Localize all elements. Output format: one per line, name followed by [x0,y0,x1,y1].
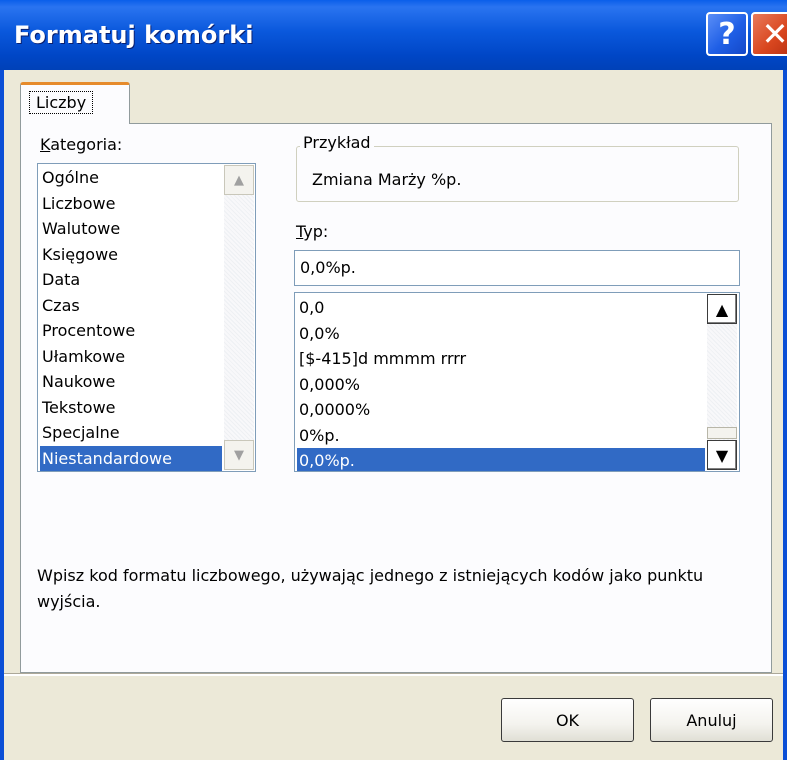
help-icon: ? [718,16,736,52]
type-list-item[interactable]: 0,000% [297,372,705,397]
type-input[interactable]: 0,0%p. [294,250,740,286]
category-scroll-down-button[interactable]: ▼ [224,440,254,470]
category-list-item[interactable]: Walutowe [40,216,222,241]
help-button[interactable]: ? [706,12,748,56]
type-scrollbar[interactable]: ▲ ▼ [707,294,737,470]
example-value: Zmiana Marży %p. [312,170,462,189]
type-label: Typ: [296,222,329,241]
category-label: Kategoria: [40,135,123,154]
close-icon: ✕ [761,15,787,53]
category-list-item[interactable]: Niestandardowe [40,445,222,471]
category-list-item[interactable]: Czas [40,293,222,318]
arrow-down-icon: ▼ [715,445,729,465]
category-list-item[interactable]: Tekstowe [40,395,222,420]
category-list-item[interactable]: Liczbowe [40,191,222,216]
category-scrollbar[interactable]: ▲ ▼ [224,165,254,470]
type-scroll-thumb[interactable] [707,427,737,439]
arrow-up-icon: ▲ [715,299,729,319]
close-button[interactable]: ✕ [751,12,787,56]
category-list-item[interactable]: Księgowe [40,242,222,267]
category-list[interactable]: Niestandardowe Specjalne Tekstowe Naukowe Uł… [37,163,256,472]
type-list-item[interactable]: 0,0%p. [297,448,705,471]
category-list-item[interactable]: Ułamkowe [40,344,222,369]
title-bar[interactable]: Formatuj komórki ? ✕ [0,0,787,70]
type-scroll-down-button[interactable]: ▼ [707,440,737,470]
category-list-item[interactable]: Procentowe [40,318,222,343]
window-frame-right [783,70,787,760]
category-list-item[interactable]: Specjalne [40,420,222,445]
type-list-item[interactable]: 0%p. [297,423,705,448]
category-list-item[interactable]: Data [40,267,222,292]
window-frame-left [0,70,4,760]
type-list-item[interactable]: [$-415]d mmmm rrrr [297,346,705,371]
window-title: Formatuj komórki [14,21,254,49]
tab-label: Liczby [29,91,94,114]
ok-button[interactable]: OK [501,698,634,742]
category-list-item[interactable]: Ogólne [40,165,222,190]
type-list-item[interactable]: 0,0 [297,295,705,320]
type-list[interactable]: 0,0%p. 0%p. 0,0000% 0,000% [$-415]d mmmm rrr… [294,292,740,472]
type-list-item[interactable]: 0,0000% [297,397,705,422]
cancel-button[interactable]: Anuluj [650,698,773,742]
tab-liczby[interactable]: Liczby [20,82,130,124]
separator [4,673,783,676]
type-scroll-up-button[interactable]: ▲ [707,294,737,324]
arrow-up-icon: ▲ [234,172,244,188]
category-list-item[interactable]: Naukowe [40,369,222,394]
arrow-down-icon: ▼ [234,447,244,463]
example-label: Przykład [300,133,374,152]
description-text: Wpisz kod formatu liczbowego, używając j… [37,566,704,611]
category-scroll-up-button[interactable]: ▲ [224,165,254,195]
type-list-item[interactable]: 0,0% [297,321,705,346]
